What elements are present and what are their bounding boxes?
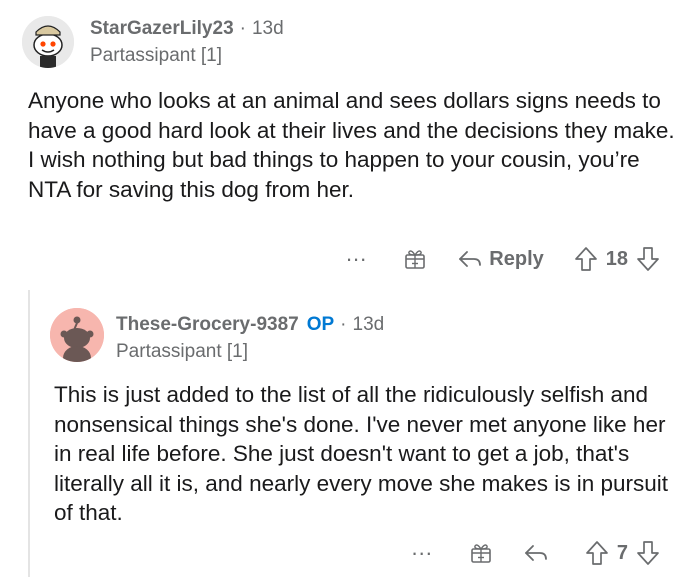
downvote-icon[interactable] xyxy=(636,540,660,566)
separator-dot: · xyxy=(239,18,246,39)
reply-arrow-icon xyxy=(524,545,547,561)
separator-dot: · xyxy=(340,314,347,335)
reply-button[interactable]: Reply xyxy=(457,247,544,271)
op-badge: OP xyxy=(306,314,335,335)
gift-icon xyxy=(471,544,491,563)
comment-author[interactable]: These-Grocery-9387 OP · 13d xyxy=(116,314,384,336)
comment-body: Anyone who looks at an animal and sees d… xyxy=(28,88,675,202)
vote-controls: 18 xyxy=(574,246,660,272)
upvote-icon[interactable] xyxy=(574,246,598,272)
vote-score: 7 xyxy=(616,541,628,564)
comment-body: This is just added to the list of all th… xyxy=(54,382,668,525)
downvote-icon[interactable] xyxy=(636,246,660,272)
comment-actions: ... Reply 18 xyxy=(346,241,660,274)
avatar[interactable] xyxy=(50,308,104,362)
upvote-icon[interactable] xyxy=(585,540,609,566)
user-flair: Partassipant [1] xyxy=(90,45,223,66)
award-button[interactable] xyxy=(403,247,427,271)
username[interactable]: These-Grocery-9387 xyxy=(116,314,299,335)
comment-author[interactable]: StarGazerLily23 · 13d xyxy=(90,18,284,40)
thread-line[interactable] xyxy=(28,290,30,577)
reply-arrow-icon xyxy=(459,251,482,267)
snoo-avatar-icon xyxy=(22,16,74,68)
timestamp: 13d xyxy=(251,18,284,39)
user-flair: Partassipant [1] xyxy=(116,341,249,362)
comment-actions: ... 7 xyxy=(412,535,660,568)
vote-score: 18 xyxy=(605,247,628,270)
username[interactable]: StarGazerLily23 xyxy=(90,18,234,39)
gift-icon xyxy=(405,250,426,269)
more-options-button[interactable]: ... xyxy=(412,535,433,561)
avatar[interactable] xyxy=(22,16,74,68)
award-button[interactable] xyxy=(469,541,493,565)
snoo-avatar-icon xyxy=(50,308,104,362)
timestamp: 13d xyxy=(352,314,385,335)
reply-label: Reply xyxy=(489,247,544,270)
reply-button[interactable] xyxy=(523,542,555,564)
more-options-button[interactable]: ... xyxy=(346,241,367,267)
vote-controls: 7 xyxy=(585,540,660,566)
